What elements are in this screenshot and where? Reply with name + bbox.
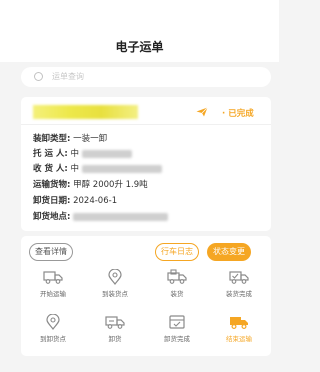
field-value: 中: [70, 164, 80, 174]
redacted-text: [81, 164, 162, 173]
field-unload-place: 卸货地点:: [33, 210, 169, 222]
field-load-type: 装卸类型: 一装一卸: [33, 132, 107, 144]
waybill-card[interactable]: · 已完成 装卸类型: 一装一卸 托 运 人: 中 收 货 人: 中 运输货物:…: [21, 97, 271, 231]
action-label: 装货完成: [226, 290, 252, 298]
action-label: 开始运输: [40, 290, 66, 298]
waybill-card-header: · 已完成: [21, 97, 271, 125]
search-bar: 运单查询: [0, 62, 279, 92]
location-pin-icon: [108, 269, 122, 285]
action-label: 到卸货点: [40, 335, 66, 343]
action-panel: 查看详情 行车日志 状态变更 开始运输 到装货点 装货 装货完成 到卸货点 卸货…: [21, 236, 271, 356]
field-label: 收 货 人:: [33, 164, 68, 174]
send-icon: [196, 107, 208, 117]
field-label: 卸货日期:: [33, 196, 71, 206]
action-label: 到装货点: [102, 290, 128, 298]
search-input[interactable]: 运单查询: [21, 67, 271, 87]
field-value: 2024-06-1: [73, 196, 118, 206]
action-label: 卸货: [108, 335, 122, 343]
action-arrive-unloading[interactable]: 到卸货点: [26, 314, 80, 350]
app-header: 电子运单: [0, 0, 279, 62]
search-icon: [34, 72, 43, 81]
field-unload-date: 卸货日期: 2024-06-1: [33, 194, 117, 206]
action-end-transport[interactable]: 结束运输: [212, 314, 266, 350]
driving-log-button[interactable]: 行车日志: [155, 243, 199, 261]
redacted-text: [81, 149, 132, 158]
action-loading-complete[interactable]: 装货完成: [212, 269, 266, 305]
action-label: 卸货完成: [164, 335, 190, 343]
action-unloading-complete[interactable]: 卸货完成: [150, 314, 204, 350]
waybill-number-redacted: [33, 105, 138, 119]
field-value: 甲醇 2000升 1.9吨: [73, 180, 148, 190]
view-detail-button[interactable]: 查看详情: [29, 243, 73, 261]
truck-unload-icon: [105, 316, 125, 329]
field-value: 一装一卸: [73, 134, 108, 144]
field-label: 托 运 人:: [33, 149, 68, 159]
field-label: 运输货物:: [33, 180, 71, 190]
action-label: 装货: [170, 290, 184, 298]
action-unloading[interactable]: 卸货: [88, 314, 142, 350]
status-badge: · 已完成: [222, 109, 254, 119]
search-placeholder: 运单查询: [52, 72, 84, 81]
truck-load-icon: [167, 269, 187, 284]
field-value: 中: [70, 149, 80, 159]
redacted-text: [73, 212, 169, 221]
location-pin-icon: [46, 314, 60, 330]
action-loading[interactable]: 装货: [150, 269, 204, 305]
action-label: 结束运输: [226, 335, 252, 343]
status-change-button[interactable]: 状态变更: [207, 243, 251, 261]
field-goods: 运输货物: 甲醇 2000升 1.9吨: [33, 178, 148, 190]
field-label: 装卸类型:: [33, 134, 71, 144]
truck-start-icon: [43, 271, 63, 284]
action-arrive-loading[interactable]: 到装货点: [88, 269, 142, 305]
truck-check-icon: [229, 271, 249, 284]
truck-end-icon: [230, 317, 248, 330]
page-title: 电子运单: [115, 40, 164, 54]
box-check-icon: [169, 315, 185, 329]
action-start-transport[interactable]: 开始运输: [26, 269, 80, 305]
field-receiver: 收 货 人: 中: [33, 162, 162, 174]
field-label: 卸货地点:: [33, 212, 71, 222]
field-shipper: 托 运 人: 中: [33, 147, 132, 159]
